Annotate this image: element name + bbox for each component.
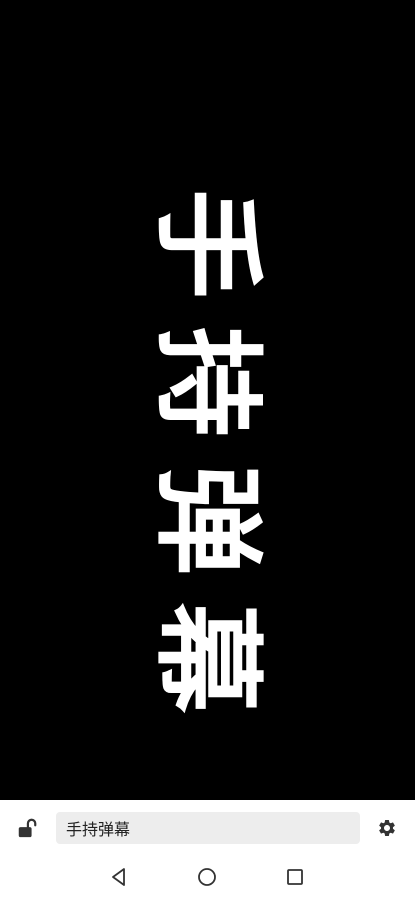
settings-button[interactable] [375, 816, 399, 840]
lock-open-button[interactable] [14, 815, 40, 841]
lock-open-icon [18, 818, 37, 838]
square-recents-icon [287, 869, 303, 885]
danmaku-text: 手持弹幕 [143, 189, 271, 741]
recents-button[interactable] [283, 865, 307, 889]
home-button[interactable] [195, 865, 219, 889]
input-bar [0, 800, 415, 855]
circle-home-icon [198, 868, 216, 886]
gear-icon [379, 820, 395, 836]
danmaku-text-input[interactable] [56, 812, 360, 844]
triangle-back-icon [112, 868, 125, 886]
danmaku-display: 手持弹幕 [0, 0, 415, 800]
back-button[interactable] [107, 865, 131, 889]
system-nav-bar [0, 855, 415, 900]
